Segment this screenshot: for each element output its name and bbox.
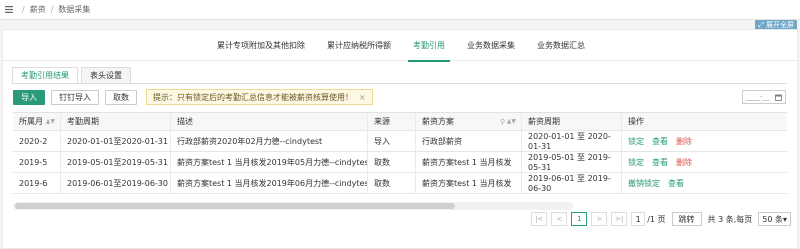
sort-icon[interactable]: ▲▼ xyxy=(507,118,516,125)
header-description: 描述 xyxy=(171,113,368,130)
jump-button[interactable]: 跳转 xyxy=(671,212,702,226)
close-icon[interactable]: × xyxy=(359,93,366,102)
header-month[interactable]: 所属月 ▲▼ xyxy=(13,113,61,130)
last-page-button[interactable]: >| xyxy=(611,212,628,226)
cell-source: 取数 xyxy=(368,152,416,172)
cell-actions: 锁定 查看 删除 xyxy=(622,152,787,172)
cell-salary-period: 2019-05-01 至 2019-05-31 xyxy=(522,152,622,172)
next-page-button[interactable]: > xyxy=(591,212,608,226)
attendance-table: 所属月 ▲▼ 考勤周期 描述 来源 薪资方案 ⚲ ▲▼ 薪资周期 操作 2020-2 … xyxy=(13,112,787,194)
lock-hint-banner: 提示：只有锁定后的考勤汇总信息才能被薪资核算使用！ × xyxy=(146,89,373,105)
cell-cycle: 2020-01-01至2020-01-31 xyxy=(61,131,171,151)
cell-salary-period: 2020-01-01 至 2020-01-31 xyxy=(522,131,622,151)
total-pages-text: /1 页 xyxy=(647,214,666,224)
lock-link[interactable]: 锁定 xyxy=(628,136,644,147)
tab-attendance-reference[interactable]: 考勤引用 xyxy=(402,35,456,62)
lock-link[interactable]: 锁定 xyxy=(628,157,644,168)
header-salary-plan[interactable]: 薪资方案 ⚲ ▲▼ xyxy=(416,113,522,130)
month-filter-input[interactable]: ____-__ xyxy=(742,90,786,104)
page-number-input[interactable]: 1 xyxy=(631,212,646,226)
sort-icon[interactable]: ▲▼ xyxy=(46,118,55,125)
cell-actions: 锁定 查看 删除 xyxy=(622,131,787,151)
breadcrumb-bar: / 薪资 / 数据采集 xyxy=(0,0,800,20)
cell-salary-plan: 薪资方案test 1 当月核发 xyxy=(416,173,522,193)
header-source: 来源 xyxy=(368,113,416,130)
first-page-button[interactable]: |< xyxy=(531,212,548,226)
view-link[interactable]: 查看 xyxy=(652,157,668,168)
breadcrumb-separator: / xyxy=(22,5,25,14)
cell-salary-plan: 行政部薪资 xyxy=(416,131,522,151)
cell-salary-plan: 薪资方案test 1 当月核发 xyxy=(416,152,522,172)
current-page-button[interactable]: 1 xyxy=(571,212,588,226)
tab-taxable-income[interactable]: 累计应纳税所得额 xyxy=(316,35,402,61)
cell-actions: 撤销锁定 查看 xyxy=(622,173,787,193)
cell-salary-period: 2019-06-01 至 2019-06-30 xyxy=(522,173,622,193)
cell-month: 2019-5 xyxy=(13,152,61,172)
header-salary-period: 薪资周期 xyxy=(522,113,622,130)
total-records-text: 共 3 条,每页 xyxy=(707,214,753,224)
hint-text: 提示：只有锁定后的考勤汇总信息才能被薪资核算使用！ xyxy=(153,92,353,102)
breadcrumb-separator: / xyxy=(50,5,54,14)
prev-page-button[interactable]: < xyxy=(551,212,568,226)
header-actions: 操作 xyxy=(628,117,644,126)
cell-month: 2019-6 xyxy=(13,173,61,193)
pagination: |< < 1 > >| 1 /1 页 跳转 共 3 条,每页 50 条▾ xyxy=(531,211,791,227)
cell-cycle: 2019-05-01至2019-05-31 xyxy=(61,152,171,172)
month-filter-placeholder: ____-__ xyxy=(746,93,770,101)
scrollbar-thumb[interactable] xyxy=(15,203,455,209)
table-row: 2019-6 2019-06-01至2019-06-30 薪资方案test 1 … xyxy=(13,173,787,194)
sub-tabs: 考勤引用结果 表头设置 xyxy=(12,67,134,83)
view-link[interactable]: 查看 xyxy=(652,136,668,147)
top-tabs: 累计专项附加及其他扣除 累计应纳税所得额 考勤引用 业务数据采集 业务数据汇总 xyxy=(3,35,799,62)
unlock-link[interactable]: 撤销锁定 xyxy=(628,178,660,189)
delete-link[interactable]: 删除 xyxy=(676,157,692,168)
import-button[interactable]: 导入 xyxy=(13,89,45,105)
table-row: 2019-5 2019-05-01至2019-05-31 薪资方案test 1 … xyxy=(13,152,787,173)
fetch-button[interactable]: 取数 xyxy=(105,89,137,105)
menu-icon[interactable] xyxy=(5,6,13,13)
table-row: 2020-2 2020-01-01至2020-01-31 行政部薪资2020年0… xyxy=(13,131,787,152)
delete-link[interactable]: 删除 xyxy=(676,136,692,147)
breadcrumb-item-salary[interactable]: 薪资 xyxy=(30,4,46,15)
tab-business-data-collection[interactable]: 业务数据采集 xyxy=(456,35,526,61)
cell-description: 薪资方案test 1 当月核发2019年06月力德--cindytest xyxy=(171,173,368,193)
header-cycle: 考勤周期 xyxy=(61,113,171,130)
breadcrumb-item-data-collection: 数据采集 xyxy=(58,5,91,14)
cell-source: 取数 xyxy=(368,173,416,193)
subtab-divider xyxy=(12,83,787,84)
table-header-row: 所属月 ▲▼ 考勤周期 描述 来源 薪资方案 ⚲ ▲▼ 薪资周期 操作 xyxy=(13,113,787,131)
cell-cycle: 2019-06-01至2019-06-30 xyxy=(61,173,171,193)
view-link[interactable]: 查看 xyxy=(668,178,684,189)
subtab-attendance-result[interactable]: 考勤引用结果 xyxy=(12,67,78,83)
tab-business-data-summary[interactable]: 业务数据汇总 xyxy=(526,35,596,61)
cell-month: 2020-2 xyxy=(13,131,61,151)
toolbar: 导入 钉钉导入 取数 提示：只有锁定后的考勤汇总信息才能被薪资核算使用！ × xyxy=(13,89,373,105)
cell-description: 薪资方案test 1 当月核发2019年05月力德--cindytest xyxy=(171,152,368,172)
page-size-select[interactable]: 50 条▾ xyxy=(758,212,791,226)
cell-description: 行政部薪资2020年02月力德--cindytest xyxy=(171,131,368,151)
tab-special-deductions[interactable]: 累计专项附加及其他扣除 xyxy=(206,35,316,61)
horizontal-scrollbar[interactable] xyxy=(13,202,573,210)
dingtalk-import-button[interactable]: 钉钉导入 xyxy=(51,89,99,105)
calendar-icon xyxy=(775,94,782,101)
search-icon[interactable]: ⚲ xyxy=(500,118,505,126)
subtab-header-settings[interactable]: 表头设置 xyxy=(81,67,131,83)
cell-source: 导入 xyxy=(368,131,416,151)
